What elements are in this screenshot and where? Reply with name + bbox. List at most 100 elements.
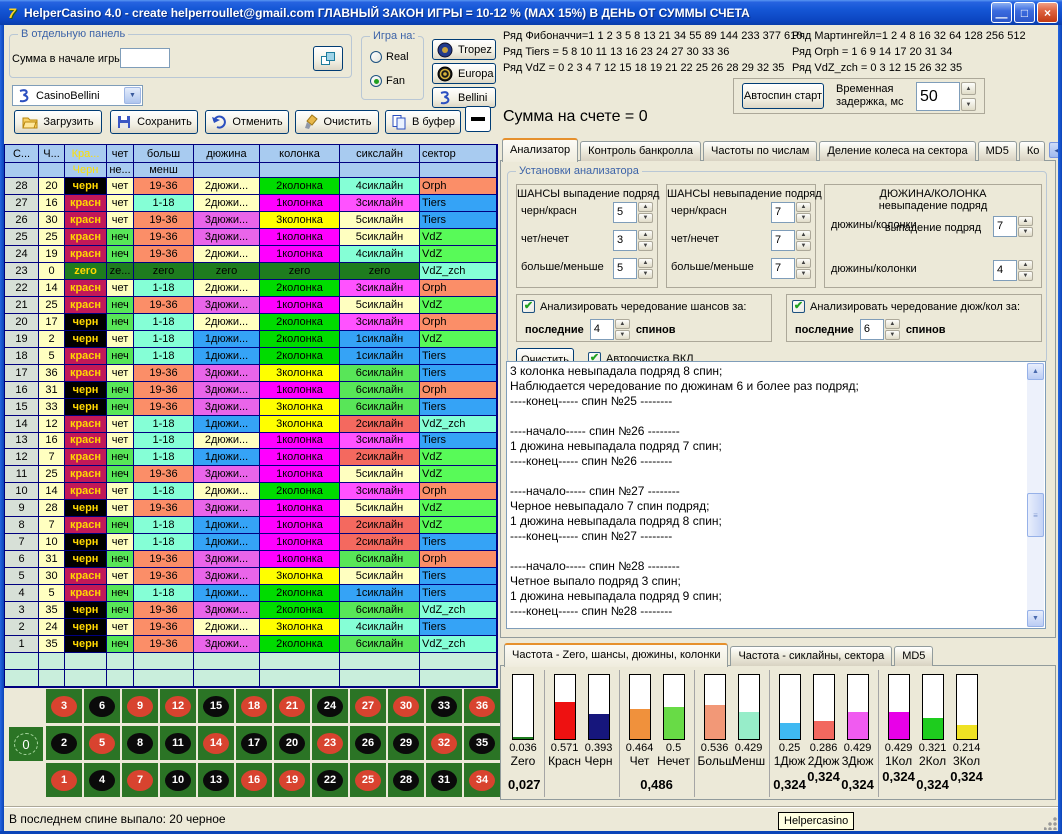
alternation-dozen-checkbox[interactable]: Анализировать чередование дюж/кол за: bbox=[792, 300, 1020, 313]
roulette-number-36[interactable]: 36 bbox=[464, 689, 500, 723]
roulette-number-2[interactable]: 2 bbox=[46, 726, 82, 760]
roulette-number-8[interactable]: 8 bbox=[122, 726, 158, 760]
roulette-number-18[interactable]: 18 bbox=[236, 689, 272, 723]
load-button[interactable]: Загрузить bbox=[14, 110, 102, 134]
roulette-number-26[interactable]: 26 bbox=[350, 726, 386, 760]
alternation-chances-checkbox[interactable]: Анализировать чередование шансов за: bbox=[522, 300, 746, 313]
roulette-number-30[interactable]: 30 bbox=[388, 689, 424, 723]
spin-down-button[interactable] bbox=[615, 330, 630, 340]
roulette-number-16[interactable]: 16 bbox=[236, 763, 272, 797]
spin-down-button[interactable] bbox=[796, 241, 811, 251]
roulette-number-4[interactable]: 4 bbox=[84, 763, 120, 797]
roulette-number-11[interactable]: 11 bbox=[160, 726, 196, 760]
roulette-number-15[interactable]: 15 bbox=[198, 689, 234, 723]
spin-up-button[interactable] bbox=[1018, 216, 1033, 226]
roulette-number-22[interactable]: 22 bbox=[312, 763, 348, 797]
roulette-number-7[interactable]: 7 bbox=[122, 763, 158, 797]
tab-freq-main[interactable]: Частота - Zero, шансы, дюжины, колонки bbox=[504, 643, 728, 667]
spin-up-button[interactable] bbox=[961, 82, 976, 95]
spin-down-button[interactable] bbox=[885, 330, 900, 340]
clear-button[interactable]: Очистить bbox=[295, 110, 379, 134]
roulette-number-5[interactable]: 5 bbox=[84, 726, 120, 760]
number-chip: 21 bbox=[279, 696, 305, 717]
roulette-number-32[interactable]: 32 bbox=[426, 726, 462, 760]
minimize-button[interactable]: — bbox=[991, 2, 1012, 23]
resize-grip-icon[interactable] bbox=[1044, 817, 1057, 830]
copy-to-clipboard-button[interactable]: В буфер bbox=[385, 110, 461, 134]
table-cell: 1-18 bbox=[134, 433, 194, 450]
spin-down-button[interactable] bbox=[638, 269, 653, 279]
spin-down-button[interactable] bbox=[1018, 271, 1033, 281]
radio-fan[interactable]: Fan bbox=[370, 75, 405, 87]
roulette-number-1[interactable]: 1 bbox=[46, 763, 82, 797]
spin-up-button[interactable] bbox=[796, 202, 811, 212]
close-button[interactable]: × bbox=[1037, 2, 1058, 23]
casino-europa-button[interactable]: Europa bbox=[432, 63, 496, 84]
roulette-number-25[interactable]: 25 bbox=[350, 763, 386, 797]
roulette-number-21[interactable]: 21 bbox=[274, 689, 310, 723]
spin-up-button[interactable] bbox=[615, 319, 630, 329]
spin-down-button[interactable] bbox=[638, 213, 653, 223]
tab-analyzer[interactable]: Анализатор bbox=[502, 138, 578, 162]
roulette-number-35[interactable]: 35 bbox=[464, 726, 500, 760]
roulette-number-0[interactable]: 0 bbox=[9, 727, 43, 761]
roulette-number-23[interactable]: 23 bbox=[312, 726, 348, 760]
spin-up-button[interactable] bbox=[638, 202, 653, 212]
spin-down-button[interactable] bbox=[796, 269, 811, 279]
scrollbar-thumb[interactable]: ≡ bbox=[1027, 493, 1044, 537]
spin-up-button[interactable] bbox=[796, 258, 811, 268]
spin-up-button[interactable] bbox=[638, 258, 653, 268]
roulette-number-34[interactable]: 34 bbox=[464, 763, 500, 797]
roulette-number-17[interactable]: 17 bbox=[236, 726, 272, 760]
roulette-number-10[interactable]: 10 bbox=[160, 763, 196, 797]
table-cell: черн bbox=[65, 178, 107, 195]
spin-down-button[interactable] bbox=[638, 241, 653, 251]
radio-real[interactable]: Real bbox=[370, 51, 409, 63]
roulette-number-9[interactable]: 9 bbox=[122, 689, 158, 723]
roulette-number-12[interactable]: 12 bbox=[160, 689, 196, 723]
roulette-number-28[interactable]: 28 bbox=[388, 763, 424, 797]
collapse-button[interactable] bbox=[465, 106, 491, 132]
roulette-number-24[interactable]: 24 bbox=[312, 689, 348, 723]
tab-number-frequencies[interactable]: Частоты по числам bbox=[703, 141, 817, 161]
chevron-down-icon[interactable]: ▼ bbox=[124, 87, 141, 104]
tab-md5[interactable]: MD5 bbox=[978, 141, 1017, 161]
scroll-down-icon[interactable]: ▼ bbox=[1027, 610, 1044, 627]
spin-down-button[interactable] bbox=[1018, 227, 1033, 237]
roulette-number-3[interactable]: 3 bbox=[46, 689, 82, 723]
casino-bellini-button[interactable]: Bellini bbox=[432, 87, 496, 108]
roulette-number-20[interactable]: 20 bbox=[274, 726, 310, 760]
tab-wheel-sectors[interactable]: Деление колеса на сектора bbox=[819, 141, 975, 161]
casino-tropez-button[interactable]: Tropez bbox=[432, 39, 496, 60]
tab-freq-md5[interactable]: MD5 bbox=[894, 646, 933, 666]
spin-down-button[interactable] bbox=[796, 213, 811, 223]
maximize-button[interactable]: □ bbox=[1014, 2, 1035, 23]
tab-freq-sixlines[interactable]: Частота - сиклайны, сектора bbox=[730, 646, 892, 666]
tab-bankroll-control[interactable]: Контроль банкролла bbox=[580, 141, 701, 161]
spin-up-button[interactable] bbox=[885, 319, 900, 329]
spin-up-button[interactable] bbox=[796, 230, 811, 240]
roulette-number-33[interactable]: 33 bbox=[426, 689, 462, 723]
scroll-up-icon[interactable]: ▲ bbox=[1027, 363, 1044, 380]
copy-pages-icon bbox=[391, 114, 407, 130]
undo-button[interactable]: Отменить bbox=[205, 110, 289, 134]
start-sum-input[interactable] bbox=[120, 48, 170, 68]
spin-up-button[interactable] bbox=[638, 230, 653, 240]
roulette-number-19[interactable]: 19 bbox=[274, 763, 310, 797]
title-bar[interactable]: 7 HelperCasino 4.0 - create helperroulle… bbox=[0, 0, 1062, 25]
roulette-number-13[interactable]: 13 bbox=[198, 763, 234, 797]
spin-down-button[interactable] bbox=[961, 98, 976, 111]
tab-clipped[interactable]: Ко bbox=[1019, 141, 1045, 161]
autospin-start-button[interactable]: Автоспин старт bbox=[742, 83, 824, 109]
roulette-number-14[interactable]: 14 bbox=[198, 726, 234, 760]
roulette-number-27[interactable]: 27 bbox=[350, 689, 386, 723]
delay-value[interactable]: 50 bbox=[916, 82, 960, 111]
detach-panel-button[interactable] bbox=[313, 46, 343, 71]
log-scrollbar[interactable]: ▲ ≡ ▼ bbox=[1027, 363, 1044, 627]
roulette-number-31[interactable]: 31 bbox=[426, 763, 462, 797]
spin-up-button[interactable] bbox=[1018, 260, 1033, 270]
save-button[interactable]: Сохранить bbox=[110, 110, 198, 134]
roulette-number-29[interactable]: 29 bbox=[388, 726, 424, 760]
casino-select[interactable]: CasinoBellini ▼ bbox=[12, 85, 143, 106]
roulette-number-6[interactable]: 6 bbox=[84, 689, 120, 723]
